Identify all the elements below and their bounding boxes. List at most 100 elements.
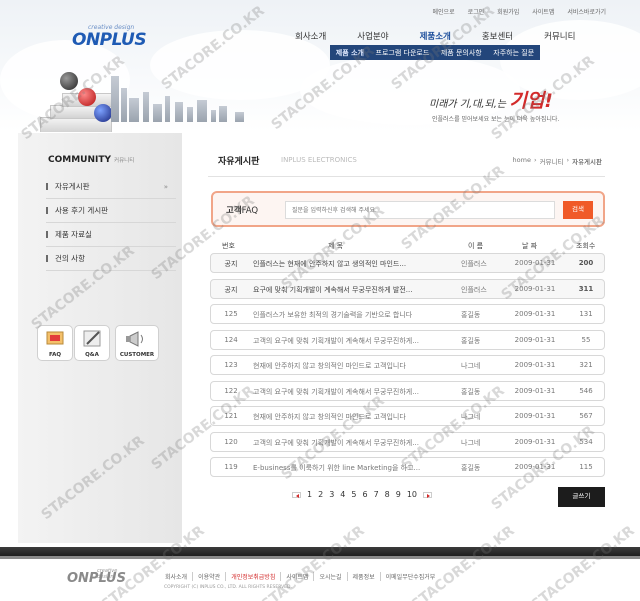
subnav-item[interactable]: 제품 문의사항 — [441, 48, 482, 58]
sidebar-item-label: 건의 사항 — [55, 254, 85, 263]
subnav-item[interactable]: 제품 소개 — [336, 48, 364, 58]
table-row[interactable]: 120 고객의 요구에 맞춰 기획개발이 계속해서 무궁무진하게... 나그네 200… — [210, 431, 605, 452]
search-button[interactable]: 검색 — [563, 201, 593, 219]
ball-decoration — [60, 72, 78, 90]
cell-date: 2009-01-31 — [514, 463, 556, 471]
logo[interactable]: creative design ONPLUS — [72, 24, 147, 50]
cell-name: 나그네 — [461, 413, 481, 421]
gnb-item[interactable]: 회사소개 — [295, 30, 326, 42]
write-button[interactable]: 글쓰기 — [558, 487, 605, 507]
utility-link[interactable]: 회원가입 — [497, 7, 519, 16]
page-number[interactable]: 5 — [351, 490, 356, 499]
footer-link[interactable]: 이용약관 — [193, 572, 227, 581]
table-row[interactable]: 119 E-business를 이룩하기 위한 line Marketing을 하… — [210, 457, 605, 477]
footer-link[interactable]: 회사소개 — [160, 572, 194, 581]
page-number[interactable]: 7 — [374, 490, 379, 499]
utility-link[interactable]: 서비스바로가기 — [567, 7, 606, 16]
cell-no: 공지 — [224, 260, 238, 268]
page-number[interactable]: 8 — [385, 490, 390, 499]
cell-date: 2009-01-31 — [514, 386, 556, 395]
table-row[interactable]: 121 현재에 안주하지 않고 창의적인 마인드로 고객입니다 나그네 2009-01… — [210, 406, 605, 426]
sidebar-item[interactable]: 사용 후기 게시판 — [46, 199, 176, 223]
cell-date: 2009-01-31 — [514, 437, 556, 446]
page-number[interactable]: 1 — [307, 490, 312, 499]
cell-hits: 534 — [579, 437, 593, 446]
customer-quick-button[interactable]: CUSTOMER — [115, 325, 159, 361]
cell-date: 2009-01-31 — [514, 361, 556, 369]
table-row[interactable]: 125 인플러스가 보유한 최적의 경기술력을 기반으로 합니다 홍길동 2009-0… — [210, 304, 605, 324]
cell-subject[interactable]: 현재에 안주하지 않고 창의적인 마인드로 고객입니다 — [253, 412, 447, 422]
breadcrumb-item[interactable]: 자유게시판 — [572, 156, 602, 166]
page-number[interactable]: 2 — [318, 490, 323, 499]
gnb-item[interactable]: 커뮤니티 — [544, 30, 575, 42]
sidebar-item[interactable]: 건의 사항 — [46, 247, 176, 271]
cell-no: 119 — [224, 463, 238, 471]
next-page-icon[interactable] — [423, 491, 433, 498]
page-number[interactable]: 6 — [362, 490, 367, 499]
prev-page-icon[interactable] — [292, 491, 301, 498]
cell-subject[interactable]: 인플러스가 보유한 최적의 경기술력을 기반으로 합니다 — [253, 310, 447, 320]
sub-nav: 제품 소개 프로그램 다운로드 제품 문의사항 자주하는 질문 — [330, 45, 540, 60]
cell-subject[interactable]: 현재에 안주하지 않고 창의적인 마인드로 고객입니다 — [253, 361, 447, 371]
cell-subject[interactable]: 인플러스는 현재에 안주하지 않고 생의적인 마인드... — [253, 259, 447, 269]
page-number[interactable]: 9 — [396, 490, 401, 499]
footer-link[interactable]: 사이트맵 — [281, 572, 315, 581]
breadcrumb: home › 커뮤니티 › 자유게시판 — [513, 156, 602, 166]
gnb-item[interactable]: 제품소개 — [420, 30, 451, 42]
breadcrumb-item[interactable]: 커뮤니티 — [540, 156, 564, 166]
gnb-item[interactable]: 홍보센터 — [482, 30, 513, 42]
main-content: 자유게시판 INPLUS ELECTRONICS home › 커뮤니티 › 자유게시판… — [182, 133, 622, 543]
footer-link[interactable]: 오시는길 — [314, 572, 348, 581]
sidebar-item[interactable]: 제품 자료실 — [46, 223, 176, 247]
breadcrumb-item[interactable]: home — [513, 156, 531, 166]
cell-no: 122 — [224, 386, 238, 395]
gnb-item[interactable]: 사업분야 — [357, 30, 388, 42]
cell-no: 123 — [224, 361, 238, 369]
sidebar-item[interactable]: 자유게시판 » — [46, 175, 176, 199]
search-input[interactable] — [285, 201, 555, 219]
footer-link[interactable]: 개인정보취급방침 — [226, 572, 282, 581]
cell-date: 2009-01-31 — [514, 259, 556, 267]
cell-hits: 131 — [579, 310, 593, 318]
global-nav: 회사소개 사업분야 제품소개 홍보센터 커뮤니티 — [295, 30, 606, 42]
cell-subject[interactable]: 요구에 맞춰 기획개발이 계속해서 무궁무진하게 발전... — [253, 285, 447, 295]
pencil-icon — [83, 330, 101, 347]
footer-link[interactable]: 이메일무단수집거부 — [381, 572, 441, 581]
table-row[interactable]: 124 고객의 요구에 맞춰 기획개발이 계속해서 무궁무진하게... 홍길동 200… — [210, 329, 605, 350]
footer-top-bar — [0, 547, 640, 556]
faq-quick-button[interactable]: FAQ — [37, 325, 73, 361]
cell-name: 홍길동 — [461, 387, 481, 396]
page-number[interactable]: 4 — [340, 490, 345, 499]
copyright: COPYRIGHT (C) INPLUS CO., LTD. ALL RIGHT… — [164, 585, 292, 590]
page-number[interactable]: 10 — [407, 490, 417, 499]
cell-name: 인플러스 — [461, 285, 487, 294]
qna-quick-button[interactable]: Q&A — [74, 325, 110, 361]
table-row[interactable]: 123 현재에 안주하지 않고 창의적인 마인드로 고객입니다 나그네 2009-01… — [210, 355, 605, 375]
col-header-name: 이 름 — [468, 242, 484, 250]
cell-no: 121 — [224, 412, 238, 420]
subnav-item[interactable]: 자주하는 질문 — [493, 48, 534, 58]
col-header-date: 날 짜 — [522, 242, 538, 250]
utility-nav: 메인으로 로그인 회원가입 사이트맵 서비스바로가기 — [433, 7, 606, 16]
sidebar-item-label: 자유게시판 — [55, 182, 90, 191]
city-skyline-illustration — [95, 70, 255, 122]
utility-link[interactable]: 로그인 — [468, 7, 485, 16]
table-row[interactable]: 122 고객의 요구에 맞춰 기획개발이 계속해서 무궁무진하게... 홍길동 200… — [210, 380, 605, 401]
cell-subject[interactable]: E-business를 이룩하기 위한 line Marketing을 하고..… — [253, 463, 447, 473]
sidebar-title: COMMUNITY 커뮤니티 — [48, 155, 135, 165]
cell-subject[interactable]: 고객의 요구에 맞춰 기획개발이 계속해서 무궁무진하게... — [253, 387, 447, 397]
sidebar-item-label: 제품 자료실 — [55, 230, 92, 239]
utility-link[interactable]: 사이트맵 — [532, 7, 554, 16]
cell-name: 나그네 — [461, 362, 481, 370]
cell-subject[interactable]: 고객의 요구에 맞춰 기획개발이 계속해서 무궁무진하게... — [253, 438, 447, 448]
utility-link[interactable]: 메인으로 — [433, 7, 455, 16]
table-row[interactable]: 공지 요구에 맞춰 기획개발이 계속해서 무궁무진하게 발전... 인플러스 2009… — [210, 278, 605, 299]
page-number[interactable]: 3 — [329, 490, 334, 499]
search-box: 고객FAQ 검색 — [211, 191, 605, 227]
footer: creative design ONPLUS 회사소개 이용약관 개인정보취급방침 사… — [0, 559, 640, 601]
sidebar-item-label: 사용 후기 게시판 — [55, 206, 109, 215]
footer-link[interactable]: 제품정보 — [348, 572, 381, 581]
cell-subject[interactable]: 고객의 요구에 맞춰 기획개발이 계속해서 무궁무진하게... — [253, 336, 447, 346]
table-row[interactable]: 공지 인플러스는 현재에 안주하지 않고 생의적인 마인드... 인플러스 2009-… — [210, 253, 605, 273]
subnav-item[interactable]: 프로그램 다운로드 — [376, 48, 430, 58]
